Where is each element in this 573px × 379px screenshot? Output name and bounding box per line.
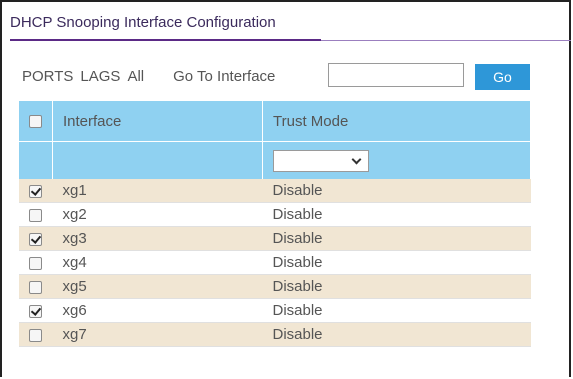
trust-mode-select[interactable]	[273, 149, 369, 172]
table-row[interactable]: xg1 Disable	[19, 179, 531, 203]
chevron-down-icon	[351, 154, 362, 164]
trust-mode-cell: Disable	[262, 250, 531, 275]
interface-cell: xg4	[52, 250, 263, 275]
interface-cell: xg7	[52, 322, 263, 347]
title-rule	[321, 40, 571, 41]
interface-cell: xg6	[52, 298, 263, 323]
trust-mode-column-header[interactable]: Trust Mode	[262, 101, 531, 142]
all-link[interactable]: All	[127, 68, 144, 85]
title-underline	[10, 39, 321, 41]
select-all-checkbox[interactable]	[29, 115, 42, 129]
table-header-row: Interface Trust Mode	[19, 101, 531, 142]
table-row[interactable]: xg4 Disable	[19, 250, 531, 275]
interface-table: Interface Trust Mode xg1 Disable xg2 Disabl…	[19, 101, 531, 347]
interface-filter-toolbar: PORTS LAGS All Go To Interface	[22, 64, 281, 88]
go-button[interactable]: Go	[475, 64, 530, 90]
ports-link[interactable]: PORTS	[22, 68, 73, 85]
row-checkbox[interactable]	[29, 208, 43, 222]
table-row[interactable]: xg7 Disable	[19, 322, 531, 347]
interface-cell: xg2	[52, 202, 263, 227]
table-row[interactable]: xg5 Disable	[19, 274, 531, 299]
trust-mode-cell: Disable	[262, 226, 531, 251]
trust-mode-cell: Disable	[262, 322, 531, 347]
interface-column-header[interactable]: Interface	[52, 101, 263, 142]
page-title: DHCP Snooping Interface Configuration	[10, 14, 276, 31]
row-checkbox[interactable]	[29, 256, 43, 270]
interface-cell: xg1	[52, 179, 263, 203]
goto-interface-input[interactable]	[328, 63, 464, 87]
interface-cell: xg3	[52, 226, 263, 251]
table-row[interactable]: xg2 Disable	[19, 202, 531, 227]
trust-mode-cell: Disable	[262, 179, 531, 203]
row-checkbox[interactable]	[29, 304, 43, 318]
table-filter-row	[19, 141, 531, 179]
lags-link[interactable]: LAGS	[80, 68, 120, 85]
table-row[interactable]: xg6 Disable	[19, 298, 531, 323]
row-checkbox[interactable]	[29, 184, 43, 198]
trust-mode-cell: Disable	[262, 274, 531, 299]
row-checkbox[interactable]	[29, 280, 43, 294]
table-row[interactable]: xg3 Disable	[19, 226, 531, 251]
row-checkbox[interactable]	[29, 232, 43, 246]
trust-mode-cell: Disable	[262, 298, 531, 323]
interface-cell: xg5	[52, 274, 263, 299]
goto-interface-label: Go To Interface	[173, 67, 276, 85]
select-all-cell	[19, 101, 53, 142]
row-checkbox[interactable]	[29, 328, 43, 342]
trust-mode-cell: Disable	[262, 202, 531, 227]
